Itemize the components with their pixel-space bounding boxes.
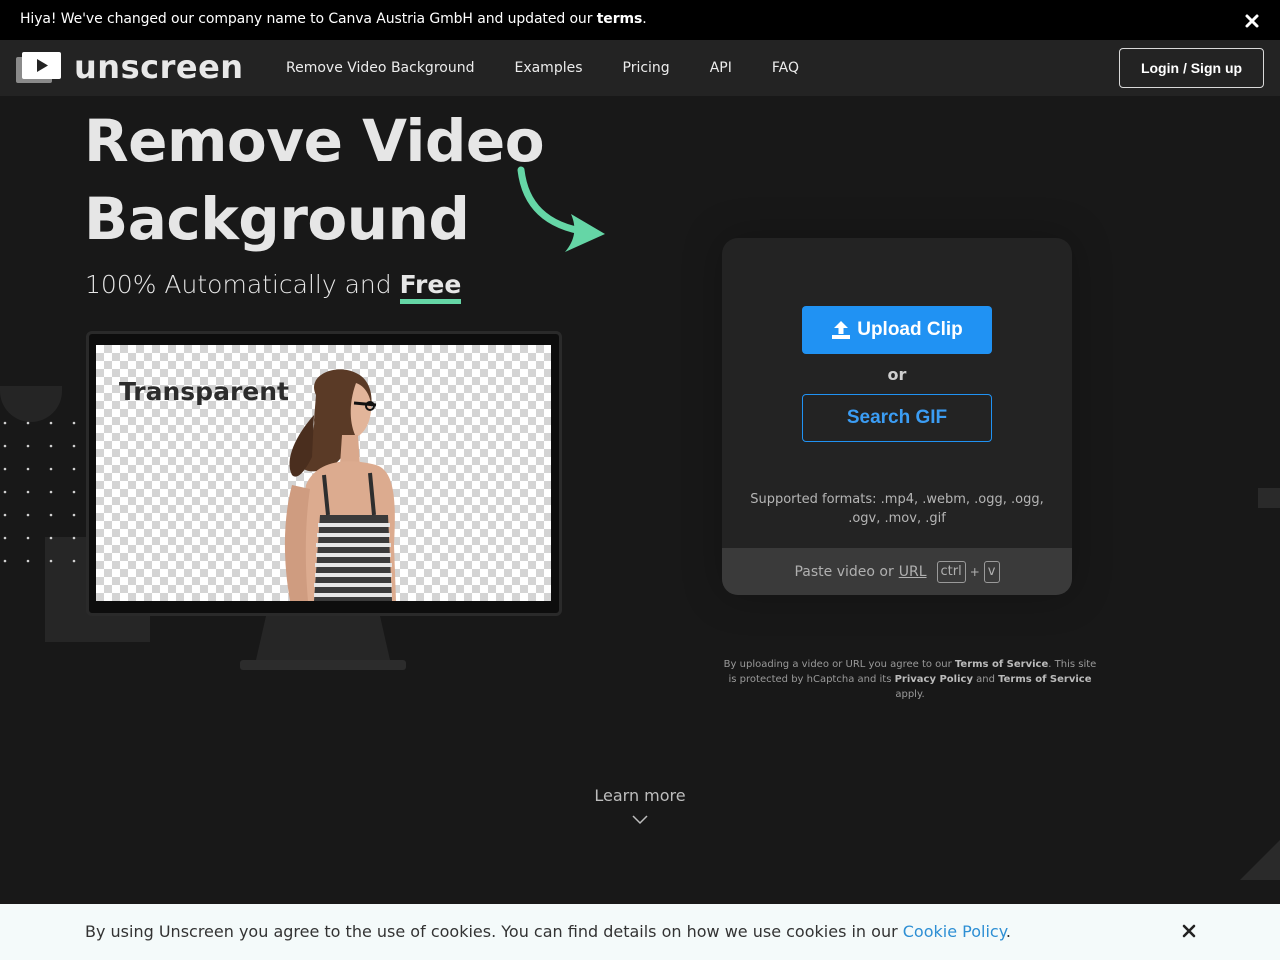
- upload-terms-notice: By uploading a video or URL you agree to…: [722, 657, 1098, 702]
- cookie-text: By using Unscreen you agree to the use o…: [85, 922, 1011, 941]
- hero-title: Remove Video Background: [84, 102, 545, 258]
- close-icon[interactable]: [1182, 924, 1196, 938]
- hero-subtitle: 100% Automatically and Free: [85, 270, 462, 304]
- cookie-period: .: [1005, 922, 1011, 941]
- paste-text: Paste video or: [794, 563, 894, 580]
- site-header: unscreen Remove Video Background Example…: [0, 40, 1280, 96]
- kbd-plus: +: [969, 564, 980, 579]
- decorative-block-right: [1258, 488, 1280, 508]
- logo-text: unscreen: [74, 48, 244, 86]
- logo[interactable]: unscreen: [16, 48, 243, 86]
- main-nav: Remove Video Background Examples Pricing…: [286, 60, 799, 76]
- paste-url-link[interactable]: URL: [899, 564, 927, 580]
- upload-clip-button[interactable]: Upload Clip: [802, 306, 992, 354]
- upload-icon: [832, 321, 851, 339]
- terms-of-service-link[interactable]: Terms of Service: [955, 659, 1048, 670]
- announcement-text: Hiya! We've changed our company name to …: [20, 11, 647, 27]
- nav-remove-video-background[interactable]: Remove Video Background: [286, 60, 474, 76]
- logo-icon: [16, 52, 61, 83]
- supported-formats-text: Supported formats: .mp4, .webm, .ogg, .o…: [750, 492, 1044, 526]
- upload-clip-label: Upload Clip: [857, 319, 963, 340]
- announcement-message: Hiya! We've changed our company name to …: [20, 11, 597, 27]
- nav-examples[interactable]: Examples: [514, 60, 582, 76]
- terms-link[interactable]: terms: [597, 11, 643, 27]
- privacy-policy-link[interactable]: Privacy Policy: [895, 674, 973, 685]
- terms-text-3: and: [972, 674, 999, 685]
- paste-bar[interactable]: Paste video or URL ctrl + v: [722, 548, 1072, 595]
- chevron-down-icon[interactable]: [632, 815, 648, 825]
- subtitle-text: 100% Automatically and: [85, 270, 400, 299]
- cookie-policy-link[interactable]: Cookie Policy: [903, 922, 1006, 941]
- cookie-banner: By using Unscreen you agree to the use o…: [0, 904, 1280, 960]
- learn-more-link[interactable]: Learn more: [560, 786, 720, 805]
- monitor-stand: [240, 616, 406, 670]
- upload-card: Upload Clip or Search GIF Supported form…: [722, 238, 1072, 595]
- hero-title-line-2: Background: [84, 185, 470, 253]
- close-icon[interactable]: [1244, 13, 1260, 29]
- decorative-half-circle: [0, 386, 62, 422]
- terms-text-1: By uploading a video or URL you agree to…: [723, 659, 955, 670]
- nav-faq[interactable]: FAQ: [772, 60, 799, 76]
- nav-api[interactable]: API: [710, 60, 732, 76]
- subtitle-free: Free: [399, 270, 462, 304]
- nav-pricing[interactable]: Pricing: [623, 60, 670, 76]
- search-gif-button[interactable]: Search GIF: [802, 394, 992, 442]
- login-signup-button[interactable]: Login / Sign up: [1119, 48, 1264, 88]
- announcement-bar: Hiya! We've changed our company name to …: [0, 0, 1280, 40]
- announcement-period: .: [642, 11, 647, 27]
- hero-title-line-1: Remove Video: [84, 107, 545, 175]
- or-separator: or: [887, 365, 907, 384]
- cookie-message: By using Unscreen you agree to the use o…: [85, 922, 903, 941]
- monitor-preview: Transparent: [86, 331, 562, 616]
- transparent-preview-screen: Transparent: [96, 345, 551, 601]
- hcaptcha-terms-link[interactable]: Terms of Service: [998, 674, 1091, 685]
- curved-arrow-icon: [517, 166, 605, 252]
- decorative-triangle: [1240, 840, 1280, 880]
- dot-grid-decoration: [3, 421, 76, 563]
- terms-text-4: apply.: [895, 689, 925, 700]
- kbd-ctrl: ctrl: [936, 560, 966, 583]
- woman-figure-image: [284, 369, 396, 601]
- kbd-v: v: [983, 560, 1000, 583]
